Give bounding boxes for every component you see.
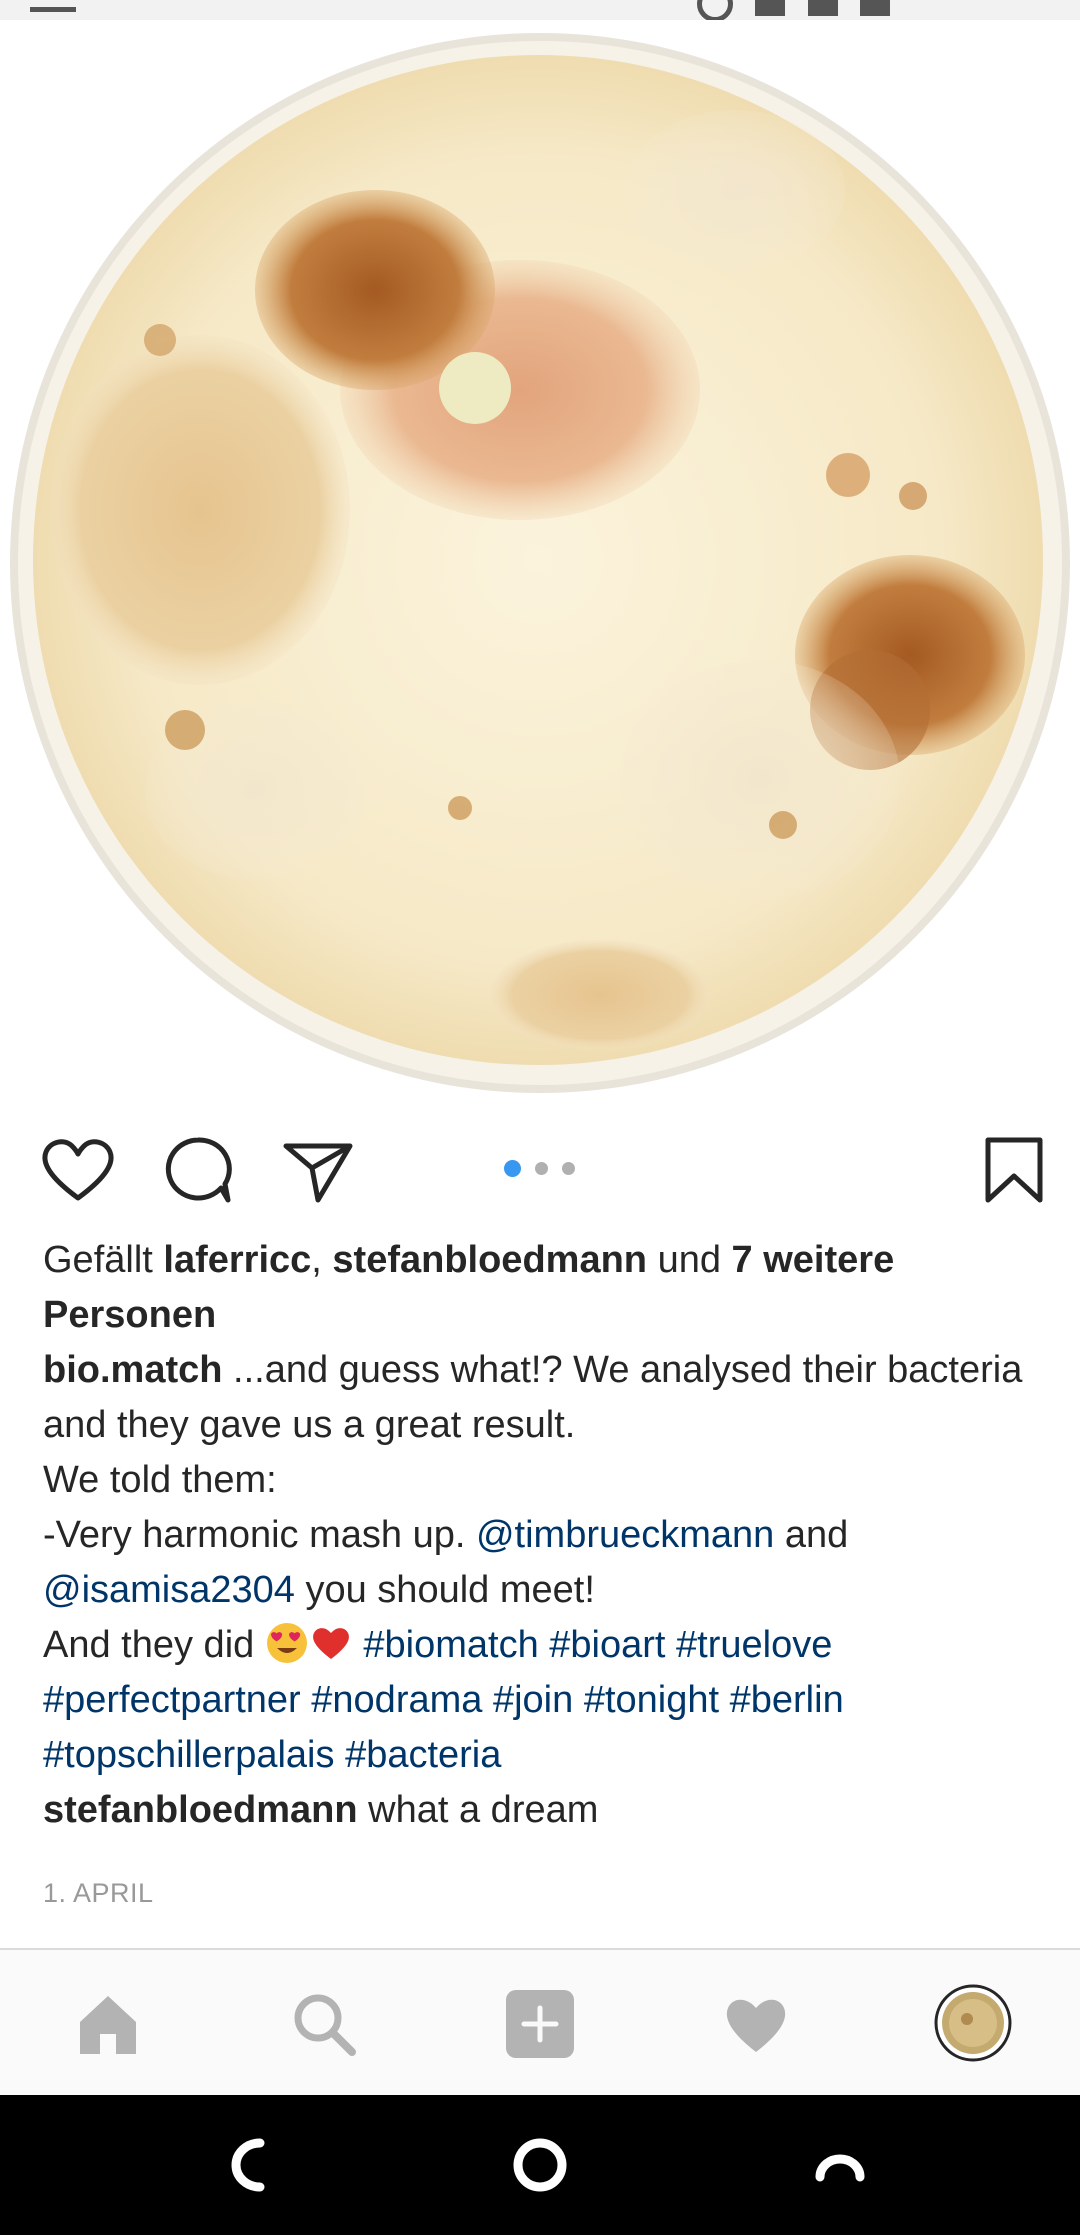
system-status-icons bbox=[679, 0, 890, 20]
activity-heart-icon[interactable] bbox=[720, 1988, 792, 2060]
profile-avatar[interactable] bbox=[934, 1984, 1012, 2062]
comment-bubble-icon[interactable] bbox=[158, 1130, 238, 1210]
post-text: Gefällt laferricc, stefanbloedmann und 7… bbox=[43, 1233, 1043, 1838]
paper-plane-icon[interactable] bbox=[278, 1130, 358, 1210]
likes-conjunction: und bbox=[647, 1239, 732, 1281]
comment-text: what a dream bbox=[357, 1789, 599, 1831]
recents-icon[interactable] bbox=[810, 2135, 870, 2195]
home-icon[interactable] bbox=[72, 1988, 144, 2060]
add-post-icon[interactable] bbox=[504, 1988, 576, 2060]
hashtag-link[interactable]: #bacteria bbox=[345, 1734, 501, 1776]
hashtag-link[interactable]: #truelove bbox=[676, 1624, 832, 1666]
hashtag-link[interactable]: #nodrama bbox=[311, 1679, 482, 1721]
post-date: 1. APRIL bbox=[43, 1878, 154, 1908]
post-caption: bio.match ...and guess what!? We analyse… bbox=[43, 1343, 1043, 1783]
mention-link[interactable]: @isamisa2304 bbox=[43, 1569, 295, 1611]
likes-line[interactable]: Gefällt laferricc, stefanbloedmann und 7… bbox=[43, 1233, 1043, 1343]
caption-username[interactable]: bio.match bbox=[43, 1349, 222, 1391]
bookmark-icon[interactable] bbox=[974, 1130, 1054, 1210]
carousel-dot bbox=[535, 1162, 548, 1176]
hashtag-link[interactable]: #bioart bbox=[549, 1624, 665, 1666]
carousel-dot bbox=[562, 1162, 575, 1176]
wifi-icon bbox=[755, 0, 786, 16]
carousel-indicator bbox=[504, 1160, 589, 1180]
likes-prefix: Gefällt bbox=[43, 1239, 164, 1281]
alarm-icon bbox=[696, 0, 733, 20]
system-navigation-bar bbox=[0, 2095, 1080, 2235]
liker-username[interactable]: stefanbloedmann bbox=[332, 1239, 647, 1281]
hashtag-link[interactable]: #topschillerpalais bbox=[43, 1734, 335, 1776]
hashtag-link[interactable]: #tonight bbox=[584, 1679, 719, 1721]
carousel-dot bbox=[504, 1160, 521, 1178]
heart-eyes-emoji-icon bbox=[265, 1621, 309, 1665]
comment-username[interactable]: stefanbloedmann bbox=[43, 1789, 358, 1831]
hashtag-link[interactable]: #berlin bbox=[730, 1679, 844, 1721]
hashtag-link[interactable]: #perfectpartner bbox=[43, 1679, 301, 1721]
caption-text: and bbox=[774, 1514, 849, 1556]
caption-text: you should meet! bbox=[294, 1569, 595, 1611]
hashtag-link[interactable]: #biomatch bbox=[363, 1624, 538, 1666]
liker-username[interactable]: laferricc bbox=[163, 1239, 311, 1281]
likes-separator: , bbox=[311, 1239, 333, 1281]
caption-text: And they did bbox=[43, 1624, 265, 1666]
red-heart-emoji-icon bbox=[309, 1621, 353, 1665]
comment-line: stefanbloedmann what a dream bbox=[43, 1783, 1043, 1838]
back-icon[interactable] bbox=[222, 2135, 282, 2195]
caption-text: -Very harmonic mash up. bbox=[43, 1514, 476, 1556]
petri-dish-image bbox=[10, 33, 1070, 1093]
post-image[interactable] bbox=[0, 20, 1080, 1100]
bottom-navigation bbox=[0, 1948, 1080, 2096]
caption-text: We told them: bbox=[43, 1459, 277, 1501]
battery-icon bbox=[860, 0, 890, 16]
mention-link[interactable]: @timbrueckmann bbox=[476, 1514, 774, 1556]
search-icon[interactable] bbox=[288, 1988, 360, 2060]
hashtag-link[interactable]: #join bbox=[493, 1679, 573, 1721]
notification-icon bbox=[30, 0, 76, 12]
home-button-icon[interactable] bbox=[510, 2135, 570, 2195]
signal-icon bbox=[807, 0, 838, 16]
like-heart-icon[interactable] bbox=[38, 1130, 118, 1210]
status-bar bbox=[0, 0, 1080, 20]
